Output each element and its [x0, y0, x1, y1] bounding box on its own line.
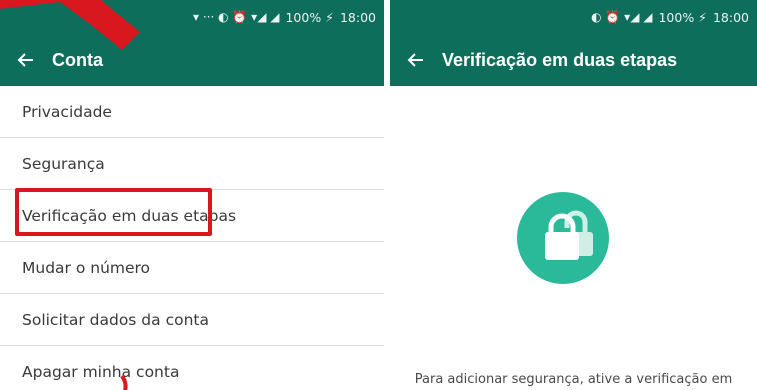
back-button[interactable] [390, 34, 442, 86]
settings-item-security[interactable]: Segurança [0, 138, 384, 190]
app-bar: Conta [0, 34, 384, 86]
settings-item-delete-account[interactable]: Apagar minha conta [0, 346, 384, 390]
two-step-verification-screen: ◐ ⏰ ▾◢ ◢ 100% ⚡ 18:00 Verificação em dua… [390, 0, 757, 390]
status-bar: ▾ ··· ◐ ⏰ ▾◢ ◢ 100% ⚡ 18:00 [0, 0, 384, 34]
back-button[interactable] [0, 34, 52, 86]
settings-list: Privacidade Segurança Verificação em dua… [0, 86, 384, 390]
battery-level: 100% ⚡ [285, 9, 334, 25]
red-marker-annotation [120, 374, 128, 390]
settings-item-change-number[interactable]: Mudar o número [0, 242, 384, 294]
status-icons: ◐ ⏰ ▾◢ ◢ [591, 10, 653, 24]
settings-item-label: Solicitar dados da conta [22, 310, 209, 329]
settings-item-privacy[interactable]: Privacidade [0, 86, 384, 138]
app-bar: Verificação em duas etapas [390, 34, 757, 86]
status-icons: ▾ ··· ◐ ⏰ ▾◢ ◢ [193, 10, 280, 24]
settings-item-label: Mudar o número [22, 258, 151, 277]
account-settings-screen: ▾ ··· ◐ ⏰ ▾◢ ◢ 100% ⚡ 18:00 Conta Privac… [0, 0, 384, 390]
settings-item-request-account-info[interactable]: Solicitar dados da conta [0, 294, 384, 346]
battery-level: 100% ⚡ [658, 9, 707, 25]
status-time: 18:00 [339, 9, 376, 25]
status-time: 18:00 [712, 9, 749, 25]
lock-illustration [517, 192, 609, 284]
settings-item-label: Apagar minha conta [22, 362, 180, 381]
highlight-box [15, 188, 212, 236]
description-text: Para adicionar segurança, ative a verifi… [414, 372, 733, 387]
arrow-left-icon [407, 53, 423, 67]
page-title: Conta [52, 49, 103, 70]
settings-item-label: Privacidade [22, 102, 112, 121]
lock-icon [545, 210, 593, 260]
status-bar: ◐ ⏰ ▾◢ ◢ 100% ⚡ 18:00 [390, 0, 757, 34]
settings-item-label: Segurança [22, 154, 105, 173]
page-title: Verificação em duas etapas [442, 49, 678, 70]
arrow-left-icon [17, 53, 33, 67]
